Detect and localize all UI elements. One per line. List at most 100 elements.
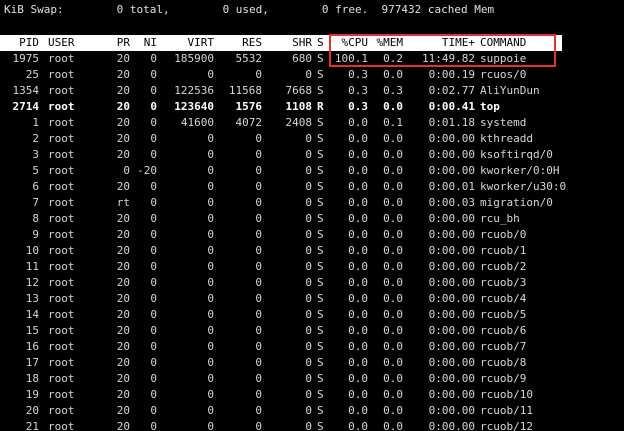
- process-res-cell: 0: [255, 196, 262, 209]
- process-ni-cell: 0: [150, 52, 157, 65]
- process-pid-cell: 2714: [12, 100, 40, 113]
- process-pr-cell: 0: [123, 164, 130, 177]
- process-virt-cell: 0: [207, 340, 214, 353]
- process-ni-cell: 0: [150, 420, 157, 431]
- swap-total: 0 total,: [116, 3, 170, 16]
- process-res-cell: 0: [255, 356, 262, 369]
- process-row: 21 root 20 0 0 0 0 S 0.0 0.0 0:00.00 rcuob/12: [0, 419, 624, 431]
- process-virt-cell: 0: [207, 212, 214, 225]
- process-pr-cell: 20: [116, 372, 130, 385]
- process-command-cell: kworker/u30:0: [480, 180, 567, 193]
- process-row: 8 root 20 0 0 0 0 S 0.0 0.0 0:00.00 rcu_bh: [0, 211, 624, 227]
- process-shr-cell: 0: [305, 196, 312, 209]
- process-virt-cell: 0: [207, 68, 214, 81]
- process-res-cell: 0: [255, 244, 262, 257]
- process-user-cell: root: [48, 244, 75, 257]
- process-time-cell: 0:00.19: [428, 68, 475, 81]
- process-cpu-cell: 0.0: [348, 324, 368, 337]
- process-ni-cell: 0: [150, 292, 157, 305]
- process-row: 6 root 20 0 0 0 0 S 0.0 0.0 0:00.01 kworker/u30:0: [0, 179, 624, 195]
- process-s-cell: S: [317, 84, 324, 97]
- process-ni-cell: 0: [150, 212, 157, 225]
- process-mem-cell: 0.0: [383, 356, 403, 369]
- process-pr-cell: 20: [116, 356, 130, 369]
- process-s-cell: S: [317, 404, 324, 417]
- process-pid-cell: 17: [25, 356, 39, 369]
- process-time-cell: 0:00.00: [428, 276, 475, 289]
- process-command-cell: rcuob/0: [480, 228, 527, 241]
- process-s-cell: S: [317, 148, 324, 161]
- process-user-cell: root: [48, 324, 75, 337]
- process-shr-cell: 0: [305, 420, 312, 431]
- process-virt-cell: 41600: [180, 116, 214, 129]
- process-row: 7 root rt 0 0 0 0 S 0.0 0.0 0:00.03 migration/0: [0, 195, 624, 211]
- process-ni-cell: 0: [150, 308, 157, 321]
- process-ni-cell: 0: [150, 196, 157, 209]
- process-res-cell: 0: [255, 68, 262, 81]
- process-ni-cell: 0: [150, 100, 157, 113]
- process-virt-cell: 122536: [174, 84, 214, 97]
- header-ni: NI: [143, 36, 157, 49]
- process-pid-cell: 13: [25, 292, 39, 305]
- process-pr-cell: 20: [116, 212, 130, 225]
- process-pr-cell: 20: [116, 324, 130, 337]
- process-cpu-cell: 0.0: [348, 116, 368, 129]
- process-s-cell: S: [317, 68, 324, 81]
- process-row: 3 root 20 0 0 0 0 S 0.0 0.0 0:00.00 ksoftirqd/0: [0, 147, 624, 163]
- process-mem-cell: 0.0: [383, 276, 403, 289]
- process-mem-cell: 0.0: [383, 244, 403, 257]
- process-ni-cell: 0: [150, 276, 157, 289]
- process-user-cell: root: [48, 180, 75, 193]
- process-cpu-cell: 0.0: [348, 180, 368, 193]
- header-pr: PR: [116, 36, 130, 49]
- process-ni-cell: 0: [150, 132, 157, 145]
- process-pid-cell: 21: [25, 420, 39, 431]
- process-ni-cell: 0: [150, 356, 157, 369]
- process-user-cell: root: [48, 116, 75, 129]
- process-s-cell: S: [317, 388, 324, 401]
- process-s-cell: S: [317, 340, 324, 353]
- process-res-cell: 5532: [235, 52, 263, 65]
- process-user-cell: root: [48, 148, 75, 161]
- process-command-cell: rcuob/12: [480, 420, 533, 431]
- process-time-cell: 0:00.41: [428, 100, 475, 113]
- process-command-cell: rcuob/1: [480, 244, 527, 257]
- process-pr-cell: 20: [116, 420, 130, 431]
- process-pid-cell: 18: [25, 372, 39, 385]
- process-virt-cell: 0: [207, 404, 214, 417]
- process-row: 11 root 20 0 0 0 0 S 0.0 0.0 0:00.00 rcuob/2: [0, 259, 624, 275]
- process-s-cell: S: [317, 180, 324, 193]
- process-row: 1 root 20 0 41600 4072 2408 S 0.0 0.1 0:01.18 syste…: [0, 115, 624, 131]
- process-ni-cell: 0: [150, 324, 157, 337]
- header-res: RES: [242, 36, 262, 49]
- process-virt-cell: 0: [207, 196, 214, 209]
- swap-label: KiB Swap:: [4, 3, 64, 16]
- process-ni-cell: 0: [150, 68, 157, 81]
- process-user-cell: root: [48, 388, 75, 401]
- process-row: 25 root 20 0 0 0 0 S 0.3 0.0 0:00.19 rcuos/0: [0, 67, 624, 83]
- header-shr: SHR: [292, 36, 312, 49]
- terminal-window[interactable]: KiB Swap: 0 total, 0 used, 0 free. 97743…: [0, 0, 624, 431]
- process-pid-cell: 12: [25, 276, 39, 289]
- process-pid-cell: 2: [32, 132, 39, 145]
- process-mem-cell: 0.2: [383, 52, 403, 65]
- process-mem-cell: 0.0: [383, 372, 403, 385]
- process-s-cell: S: [317, 276, 324, 289]
- process-command-cell: kthreadd: [480, 132, 533, 145]
- process-cpu-cell: 0.3: [348, 84, 368, 97]
- process-time-cell: 0:00.00: [428, 132, 475, 145]
- process-command-cell: top: [480, 100, 500, 113]
- process-ni-cell: 0: [150, 180, 157, 193]
- process-user-cell: root: [48, 100, 75, 113]
- process-time-cell: 0:00.00: [428, 324, 475, 337]
- process-res-cell: 0: [255, 292, 262, 305]
- process-mem-cell: 0.1: [383, 116, 403, 129]
- process-s-cell: R: [317, 100, 324, 113]
- process-mem-cell: 0.0: [383, 340, 403, 353]
- process-mem-cell: 0.0: [383, 132, 403, 145]
- process-s-cell: S: [317, 244, 324, 257]
- process-row: 2 root 20 0 0 0 0 S 0.0 0.0 0:00.00 kthreadd: [0, 131, 624, 147]
- process-shr-cell: 680: [292, 52, 312, 65]
- process-command-cell: rcuob/7: [480, 340, 527, 353]
- process-row: 14 root 20 0 0 0 0 S 0.0 0.0 0:00.00 rcuob/5: [0, 307, 624, 323]
